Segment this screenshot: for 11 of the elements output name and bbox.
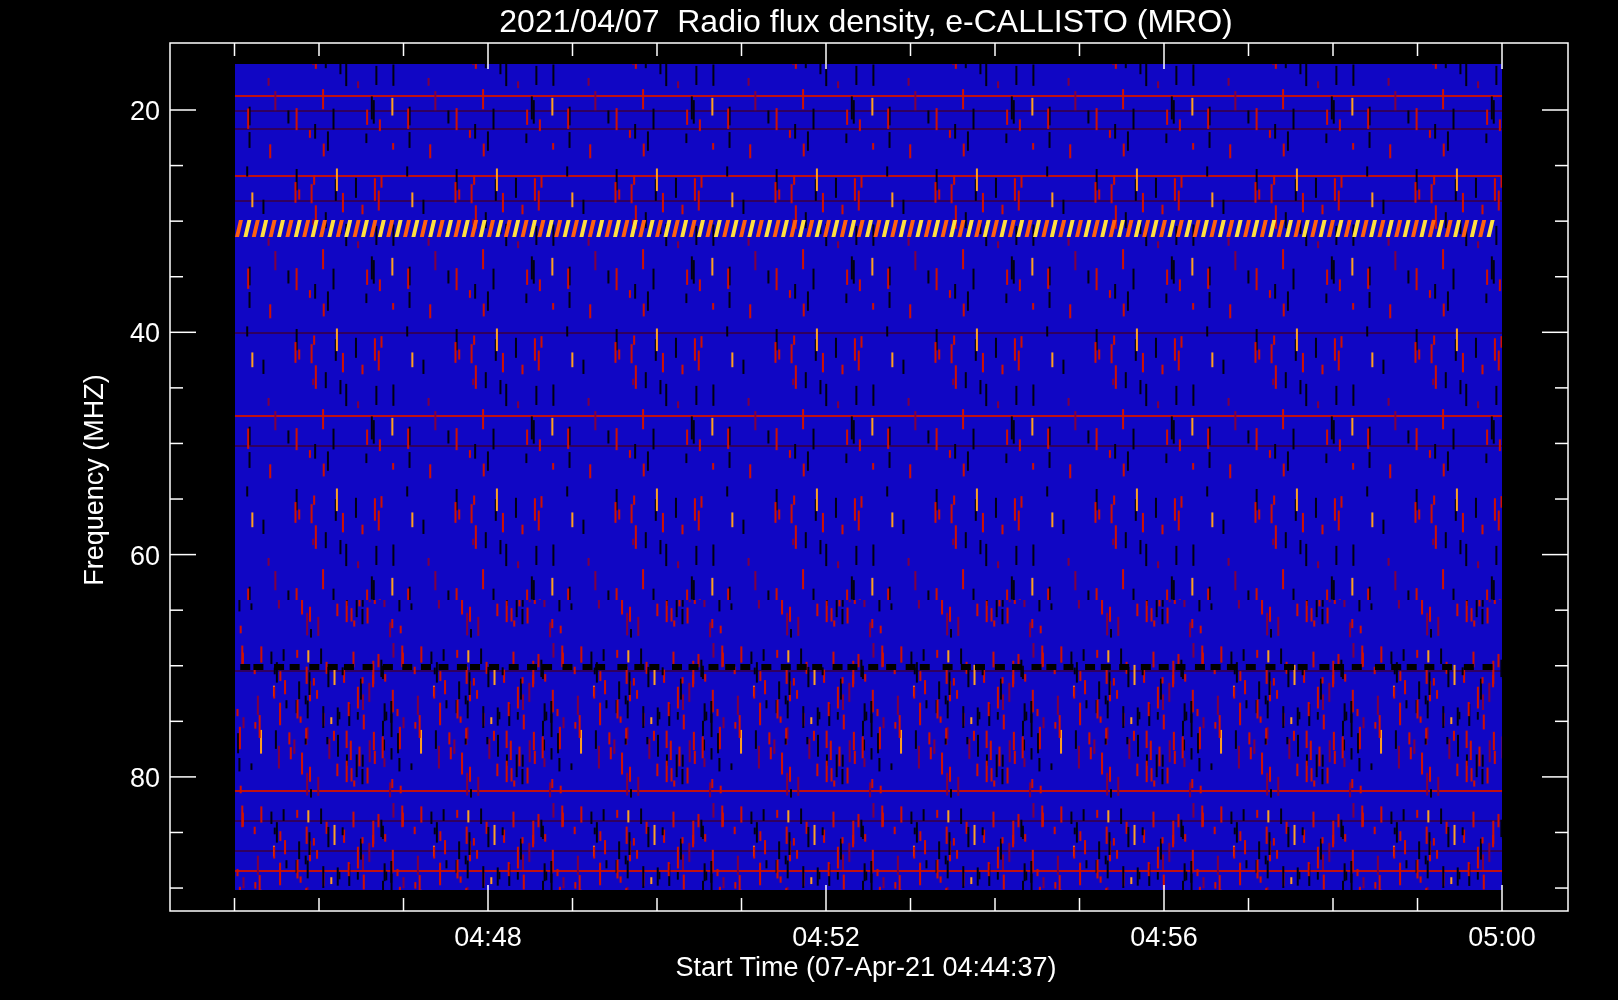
x-tick-label: 04:56 [1130,922,1198,952]
y-tick-label: 80 [129,762,160,793]
y-tick-label: 40 [129,318,160,349]
x-tick-label: 04:48 [454,922,522,952]
x-axis-title: Start Time (07-Apr-21 04:44:37) [675,952,1057,982]
y-tick-label: 60 [129,540,160,571]
y-tick-label: 20 [129,96,160,126]
x-tick-label: 04:52 [792,922,860,952]
y-axis-title: Frequency (MHZ) [79,374,109,586]
x-tick-label: 05:00 [1468,922,1536,952]
chart-title: 2021/04/07 Radio flux density, e-CALLISTO (MRO) [499,3,1233,39]
